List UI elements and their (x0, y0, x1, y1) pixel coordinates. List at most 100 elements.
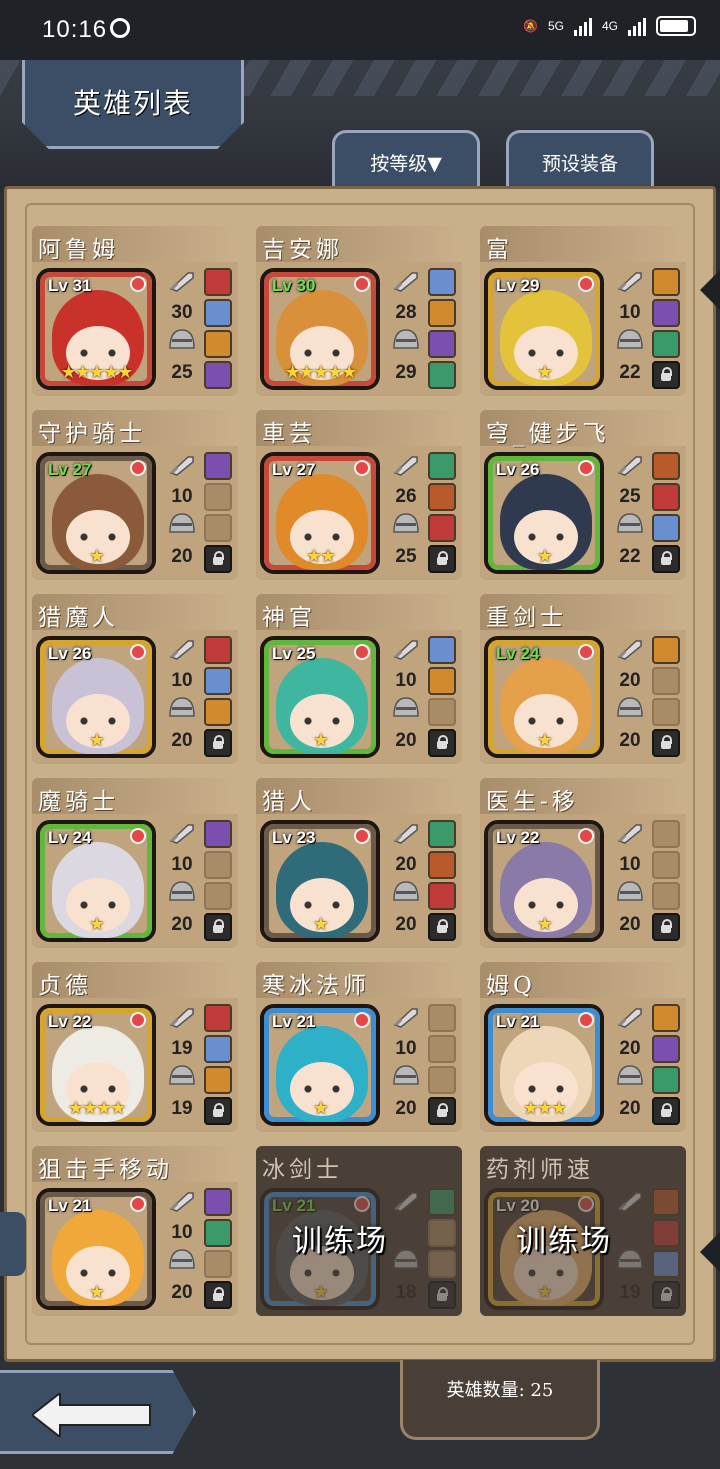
lock-icon[interactable] (652, 729, 680, 757)
empty-equipment-slot[interactable] (428, 1250, 456, 1278)
hero-card[interactable]: 猎魔人 Lv 26 ★ 10 20 (32, 594, 238, 764)
hero-card[interactable]: 魔骑士 Lv 24 ★ 10 20 (32, 778, 238, 948)
hero-card[interactable]: 重剑士 Lv 24 ★ 20 20 (480, 594, 686, 764)
lock-icon[interactable] (428, 545, 456, 573)
hero-portrait[interactable]: Lv 23 ★ (260, 820, 380, 942)
hero-portrait[interactable]: Lv 21 ★ (36, 1188, 156, 1310)
preset-equipment-button[interactable]: 预设装备 (506, 130, 654, 190)
equipment-icon[interactable] (652, 1004, 680, 1032)
equipment-icon[interactable] (204, 1035, 232, 1063)
equipment-icon[interactable] (652, 1035, 680, 1063)
empty-equipment-slot[interactable] (428, 1219, 456, 1247)
empty-equipment-slot[interactable] (204, 514, 232, 542)
equipment-icon[interactable] (652, 268, 680, 296)
equipment-icon[interactable] (428, 1188, 456, 1216)
equipment-icon[interactable] (428, 514, 456, 542)
lock-icon[interactable] (652, 361, 680, 389)
hero-card[interactable]: 医生-移 Lv 22 ★ 10 20 (480, 778, 686, 948)
equipment-icon[interactable] (204, 361, 232, 389)
equipment-icon[interactable] (652, 452, 680, 480)
equipment-icon[interactable] (428, 268, 456, 296)
hero-portrait[interactable]: Lv 26 ★ (36, 636, 156, 758)
lock-icon[interactable] (204, 1097, 232, 1125)
lock-icon[interactable] (204, 913, 232, 941)
hero-card[interactable]: 狙击手移动 Lv 21 ★ 10 20 (32, 1146, 238, 1316)
empty-equipment-slot[interactable] (428, 1035, 456, 1063)
equipment-icon[interactable] (204, 820, 232, 848)
hero-portrait[interactable]: Lv 21 ★ (260, 1004, 380, 1126)
lock-icon[interactable] (428, 1097, 456, 1125)
hero-card[interactable]: 贞德 Lv 22 ★★★★ 19 19 (32, 962, 238, 1132)
hero-card[interactable]: 寒冰法师 Lv 21 ★ 10 20 (256, 962, 462, 1132)
equipment-icon[interactable] (204, 636, 232, 664)
equipment-icon[interactable] (428, 452, 456, 480)
empty-equipment-slot[interactable] (204, 1250, 232, 1278)
equipment-icon[interactable] (428, 667, 456, 695)
hero-card[interactable]: 富 Lv 29 ★ 10 22 (480, 226, 686, 396)
lock-icon[interactable] (204, 729, 232, 757)
equipment-icon[interactable] (204, 698, 232, 726)
lock-icon[interactable] (652, 545, 680, 573)
hero-portrait[interactable]: Lv 29 ★ (484, 268, 604, 390)
hero-portrait[interactable]: Lv 26 ★ (484, 452, 604, 574)
equipment-icon[interactable] (652, 514, 680, 542)
hero-portrait[interactable]: Lv 22 ★ (484, 820, 604, 942)
hero-card[interactable]: 姆Q Lv 21 ★★★ 20 20 (480, 962, 686, 1132)
equipment-icon[interactable] (428, 361, 456, 389)
lock-icon[interactable] (204, 545, 232, 573)
empty-equipment-slot[interactable] (652, 851, 680, 879)
empty-equipment-slot[interactable] (652, 698, 680, 726)
hero-card[interactable]: 神官 Lv 25 ★ 10 20 (256, 594, 462, 764)
equipment-icon[interactable] (652, 1066, 680, 1094)
empty-equipment-slot[interactable] (204, 851, 232, 879)
hero-card[interactable]: 守护骑士 Lv 27 ★ 10 20 (32, 410, 238, 580)
equipment-icon[interactable] (204, 1004, 232, 1032)
empty-equipment-slot[interactable] (204, 483, 232, 511)
lock-icon[interactable] (652, 913, 680, 941)
sort-by-level-button[interactable]: 按等级▼ (332, 130, 480, 190)
hero-card[interactable]: 阿鲁姆 Lv 31 ★★★★★ 30 25 (32, 226, 238, 396)
hero-card[interactable]: 猎人 Lv 23 ★ 20 20 (256, 778, 462, 948)
back-button[interactable] (0, 1370, 196, 1454)
empty-equipment-slot[interactable] (428, 1004, 456, 1032)
empty-equipment-slot[interactable] (204, 882, 232, 910)
empty-equipment-slot[interactable] (652, 820, 680, 848)
equipment-icon[interactable] (428, 483, 456, 511)
equipment-icon[interactable] (204, 1066, 232, 1094)
equipment-icon[interactable] (428, 820, 456, 848)
hero-card[interactable]: 吉安娜 Lv 30 ★★★★★ 28 29 (256, 226, 462, 396)
hero-portrait[interactable]: Lv 31 ★★★★★ (36, 268, 156, 390)
equipment-icon[interactable] (652, 330, 680, 358)
hero-portrait[interactable]: Lv 24 ★ (36, 820, 156, 942)
hero-portrait[interactable]: Lv 21 ★★★ (484, 1004, 604, 1126)
equipment-icon[interactable] (652, 636, 680, 664)
empty-equipment-slot[interactable] (652, 882, 680, 910)
hero-portrait[interactable]: Lv 24 ★ (484, 636, 604, 758)
lock-icon[interactable] (204, 1281, 232, 1309)
lock-icon[interactable] (652, 1097, 680, 1125)
equipment-icon[interactable] (652, 1188, 680, 1216)
equipment-icon[interactable] (652, 1250, 680, 1278)
lock-icon[interactable] (428, 729, 456, 757)
equipment-icon[interactable] (204, 1219, 232, 1247)
hero-card[interactable]: 穹_健步飞 Lv 26 ★ 25 22 (480, 410, 686, 580)
hero-portrait[interactable]: Lv 22 ★★★★ (36, 1004, 156, 1126)
hero-card[interactable]: 車芸 Lv 27 ★★ 26 25 (256, 410, 462, 580)
lock-icon[interactable] (652, 1281, 680, 1309)
equipment-icon[interactable] (428, 299, 456, 327)
empty-equipment-slot[interactable] (652, 667, 680, 695)
equipment-icon[interactable] (652, 299, 680, 327)
hero-portrait[interactable]: Lv 27 ★★ (260, 452, 380, 574)
equipment-icon[interactable] (652, 1219, 680, 1247)
equipment-icon[interactable] (204, 1188, 232, 1216)
hero-card[interactable]: 药剂师速 Lv 20 ★ 19 训练场 (480, 1146, 686, 1316)
lock-icon[interactable] (428, 913, 456, 941)
equipment-icon[interactable] (428, 636, 456, 664)
empty-equipment-slot[interactable] (428, 1066, 456, 1094)
lock-icon[interactable] (428, 1281, 456, 1309)
equipment-icon[interactable] (204, 330, 232, 358)
equipment-icon[interactable] (428, 330, 456, 358)
hero-portrait[interactable]: Lv 25 ★ (260, 636, 380, 758)
equipment-icon[interactable] (204, 667, 232, 695)
equipment-icon[interactable] (204, 299, 232, 327)
